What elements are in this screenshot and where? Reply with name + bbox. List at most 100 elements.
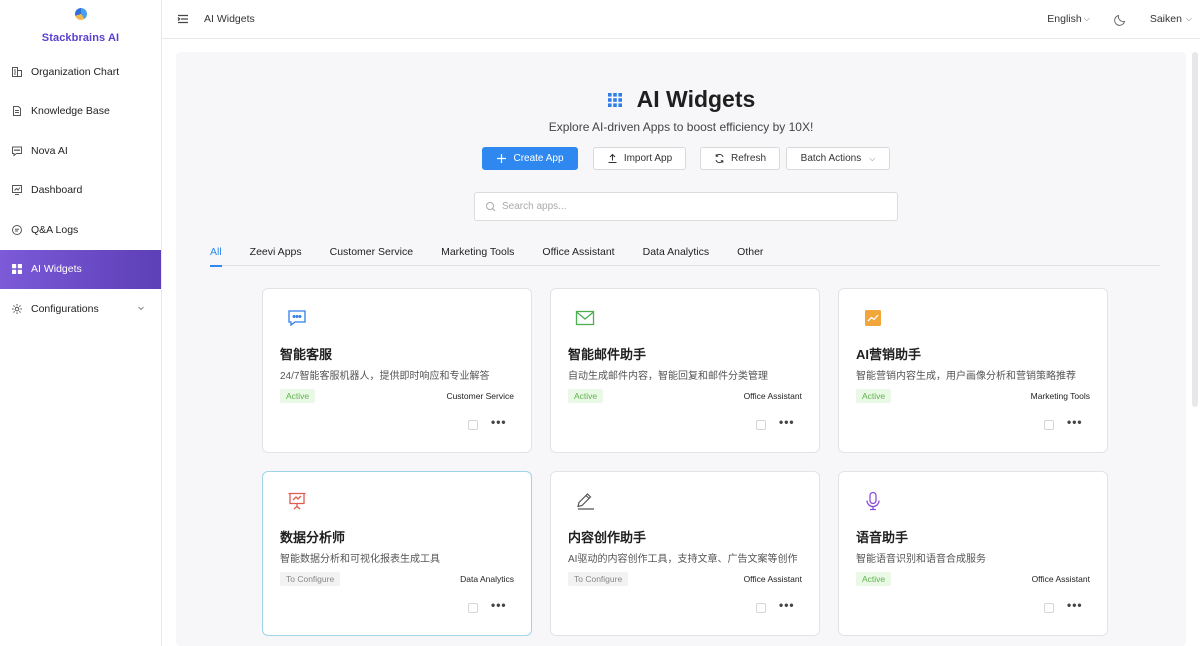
select-checkbox[interactable] [468, 603, 478, 613]
dashboard-icon [11, 184, 23, 196]
status-badge: To Configure [568, 572, 629, 586]
user-menu[interactable]: Saiken ⌵ [1150, 13, 1192, 25]
sidebar: Stackbrains AI Organization Chart Knowle… [0, 0, 162, 646]
chat-icon [11, 145, 23, 157]
tab-other[interactable]: Other [737, 244, 763, 266]
pencil-icon [574, 490, 596, 512]
batch-actions-label: Batch Actions [800, 153, 862, 164]
document-icon [11, 105, 23, 117]
sidebar-item-nova-ai[interactable]: Nova AI [0, 131, 161, 171]
tab-marketing-tools[interactable]: Marketing Tools [441, 244, 514, 266]
chevron-down-icon[interactable] [135, 302, 147, 314]
refresh-label: Refresh [730, 153, 766, 164]
category-tabs: All Zeevi Apps Customer Service Marketin… [210, 244, 1160, 267]
chat-bubble-icon [286, 307, 308, 329]
refresh-icon [714, 153, 725, 164]
tab-all[interactable]: All [210, 244, 222, 267]
app-name: 数据分析师 [280, 530, 346, 545]
app-category: Customer Service [446, 391, 514, 401]
app-name: 智能客服 [280, 347, 333, 362]
create-app-button[interactable]: Create App [482, 147, 578, 170]
org-chart-icon [11, 66, 23, 78]
app-description: 自动生成邮件内容，智能回复和邮件分类管理 [568, 371, 768, 382]
select-checkbox[interactable] [468, 420, 478, 430]
header-actions: English ⌵ Saiken ⌵ [1047, 12, 1200, 26]
presentation-chart-icon [286, 490, 308, 512]
hero-subtitle: Explore AI-driven Apps to boost efficien… [548, 120, 814, 134]
sidebar-item-label: Knowledge Base [31, 105, 110, 118]
language-label: English [1047, 13, 1082, 25]
page-title: AI Widgets [204, 13, 255, 25]
qa-logs-icon [11, 224, 23, 236]
main-content: AI Widgets Explore AI-driven Apps to boo… [176, 52, 1186, 646]
app-description: AI驱动的内容创作工具，支持文章、广告文案等创作 [568, 554, 798, 565]
create-app-label: Create App [513, 153, 564, 164]
sidebar-item-knowledge-base[interactable]: Knowledge Base [0, 92, 161, 132]
more-options-icon[interactable]: ••• [1067, 598, 1083, 612]
chevron-down-icon: ⌵ [1185, 14, 1192, 23]
status-badge: Active [568, 389, 604, 403]
app-name: 智能邮件助手 [568, 347, 647, 362]
sidebar-item-label: AI Widgets [31, 263, 82, 276]
sidebar-item-configurations[interactable]: Configurations [0, 289, 161, 329]
app-name: 内容创作助手 [568, 530, 647, 545]
select-checkbox[interactable] [756, 420, 766, 430]
tab-zeevi-apps[interactable]: Zeevi Apps [250, 244, 302, 266]
dark-mode-moon-icon[interactable] [1113, 12, 1128, 26]
status-badge: Active [280, 389, 316, 403]
sidebar-item-label: Dashboard [31, 184, 83, 197]
more-options-icon[interactable]: ••• [779, 415, 795, 429]
search-icon [485, 201, 496, 212]
scrollbar[interactable] [1192, 52, 1198, 407]
plus-icon [496, 153, 507, 164]
sidebar-item-ai-widgets[interactable]: AI Widgets [0, 249, 161, 289]
tab-office-assistant[interactable]: Office Assistant [542, 244, 614, 266]
import-app-label: Import App [623, 153, 673, 164]
language-selector[interactable]: English ⌵ [1047, 13, 1090, 25]
batch-actions-dropdown[interactable]: Batch Actions ⌵ [786, 147, 890, 170]
sidebar-item-label: Q&A Logs [31, 223, 79, 236]
search-input[interactable] [502, 201, 882, 212]
import-app-button[interactable]: Import App [593, 147, 686, 170]
sidebar-item-qa-logs[interactable]: Q&A Logs [0, 210, 161, 250]
app-name: AI营销助手 [856, 347, 922, 362]
app-category: Office Assistant [1031, 574, 1090, 584]
status-badge: Active [856, 389, 892, 403]
status-badge: To Configure [280, 572, 341, 586]
app-card[interactable]: AI营销助手 智能营销内容生成，用户画像分析和营销策略推荐 Active Mar… [838, 288, 1108, 453]
select-checkbox[interactable] [756, 603, 766, 613]
app-category: Office Assistant [743, 574, 802, 584]
app-card[interactable]: 内容创作助手 AI驱动的内容创作工具，支持文章、广告文案等创作 To Confi… [550, 471, 820, 636]
app-card[interactable]: 智能客服 24/7智能客服机器人，提供即时响应和专业解答 Active Cust… [262, 288, 532, 453]
menu-toggle-icon[interactable] [176, 12, 190, 26]
more-options-icon[interactable]: ••• [491, 598, 507, 612]
app-description: 智能语音识别和语音合成服务 [856, 554, 986, 565]
sidebar-item-label: Configurations [31, 302, 99, 315]
brand: Stackbrains AI [0, 0, 161, 52]
trend-chart-icon [862, 307, 884, 329]
microphone-icon [862, 490, 884, 512]
brand-logo-icon [74, 8, 87, 20]
user-name: Saiken [1149, 13, 1182, 25]
more-options-icon[interactable]: ••• [1067, 415, 1083, 429]
app-description: 智能数据分析和可视化报表生成工具 [280, 554, 440, 565]
select-checkbox[interactable] [1044, 420, 1054, 430]
sidebar-item-organization-chart[interactable]: Organization Chart [0, 52, 161, 92]
apps-grid-icon [607, 92, 623, 108]
tab-data-analytics[interactable]: Data Analytics [643, 244, 710, 266]
app-card[interactable]: 智能邮件助手 自动生成邮件内容，智能回复和邮件分类管理 Active Offic… [550, 288, 820, 453]
action-toolbar: Create App Import App Refresh Batch Acti… [482, 147, 890, 170]
select-checkbox[interactable] [1044, 603, 1054, 613]
gear-icon [11, 303, 23, 315]
tab-customer-service[interactable]: Customer Service [330, 244, 413, 266]
app-card[interactable]: 数据分析师 智能数据分析和可视化报表生成工具 To Configure Data… [262, 471, 532, 636]
chevron-down-icon: ⌵ [1083, 14, 1090, 23]
refresh-button[interactable]: Refresh [700, 147, 780, 170]
app-category: Office Assistant [743, 391, 802, 401]
more-options-icon[interactable]: ••• [491, 415, 507, 429]
app-card-grid: 智能客服 24/7智能客服机器人，提供即时响应和专业解答 Active Cust… [262, 288, 1108, 636]
app-card[interactable]: 语音助手 智能语音识别和语音合成服务 Active Office Assista… [838, 471, 1108, 636]
sidebar-item-dashboard[interactable]: Dashboard [0, 171, 161, 211]
more-options-icon[interactable]: ••• [779, 598, 795, 612]
sidebar-nav: Organization Chart Knowledge Base Nova A… [0, 52, 161, 329]
